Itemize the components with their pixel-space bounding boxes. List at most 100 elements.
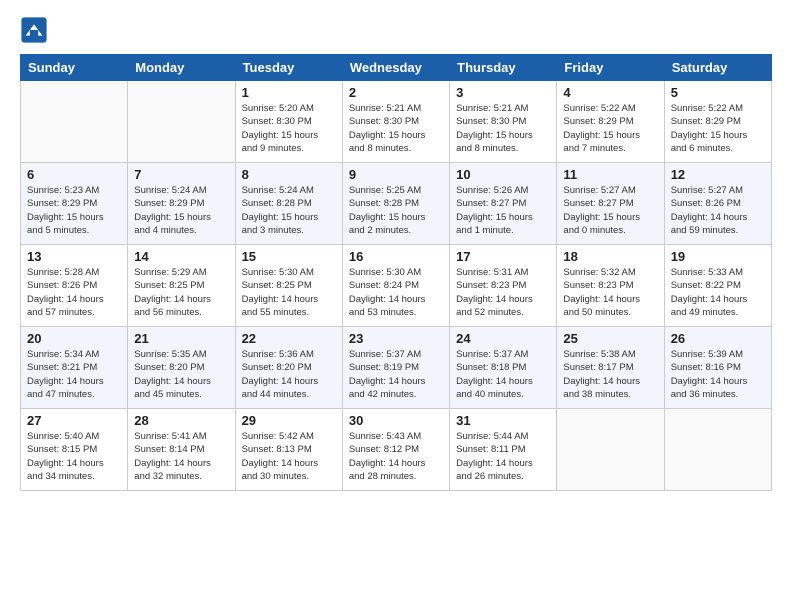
day-detail: Sunrise: 5:27 AMSunset: 8:26 PMDaylight:… <box>671 184 765 237</box>
calendar-cell: 6 Sunrise: 5:23 AMSunset: 8:29 PMDaylight… <box>21 163 128 245</box>
calendar-cell <box>664 409 771 491</box>
day-number: 20 <box>27 331 121 346</box>
day-detail: Sunrise: 5:39 AMSunset: 8:16 PMDaylight:… <box>671 348 765 401</box>
calendar-cell: 12 Sunrise: 5:27 AMSunset: 8:26 PMDayligh… <box>664 163 771 245</box>
day-detail: Sunrise: 5:20 AMSunset: 8:30 PMDaylight:… <box>242 102 336 155</box>
day-number: 2 <box>349 85 443 100</box>
day-number: 22 <box>242 331 336 346</box>
day-detail: Sunrise: 5:30 AMSunset: 8:24 PMDaylight:… <box>349 266 443 319</box>
calendar-cell: 18 Sunrise: 5:32 AMSunset: 8:23 PMDayligh… <box>557 245 664 327</box>
calendar-cell: 5 Sunrise: 5:22 AMSunset: 8:29 PMDaylight… <box>664 81 771 163</box>
day-detail: Sunrise: 5:41 AMSunset: 8:14 PMDaylight:… <box>134 430 228 483</box>
day-detail: Sunrise: 5:38 AMSunset: 8:17 PMDaylight:… <box>563 348 657 401</box>
day-number: 15 <box>242 249 336 264</box>
day-detail: Sunrise: 5:26 AMSunset: 8:27 PMDaylight:… <box>456 184 550 237</box>
day-detail: Sunrise: 5:34 AMSunset: 8:21 PMDaylight:… <box>27 348 121 401</box>
calendar-cell: 4 Sunrise: 5:22 AMSunset: 8:29 PMDaylight… <box>557 81 664 163</box>
calendar-cell: 2 Sunrise: 5:21 AMSunset: 8:30 PMDaylight… <box>342 81 449 163</box>
day-number: 28 <box>134 413 228 428</box>
day-number: 31 <box>456 413 550 428</box>
calendar-cell: 14 Sunrise: 5:29 AMSunset: 8:25 PMDayligh… <box>128 245 235 327</box>
day-number: 23 <box>349 331 443 346</box>
day-number: 16 <box>349 249 443 264</box>
calendar-cell: 17 Sunrise: 5:31 AMSunset: 8:23 PMDayligh… <box>450 245 557 327</box>
day-detail: Sunrise: 5:43 AMSunset: 8:12 PMDaylight:… <box>349 430 443 483</box>
day-detail: Sunrise: 5:24 AMSunset: 8:28 PMDaylight:… <box>242 184 336 237</box>
day-number: 5 <box>671 85 765 100</box>
day-detail: Sunrise: 5:25 AMSunset: 8:28 PMDaylight:… <box>349 184 443 237</box>
calendar-cell: 22 Sunrise: 5:36 AMSunset: 8:20 PMDayligh… <box>235 327 342 409</box>
day-number: 1 <box>242 85 336 100</box>
calendar-week-row: 13Sunrise: 5:28 AMSunset: 8:26 PMDayligh… <box>21 245 772 327</box>
calendar-cell: 24 Sunrise: 5:37 AMSunset: 8:18 PMDayligh… <box>450 327 557 409</box>
day-number: 3 <box>456 85 550 100</box>
day-number: 19 <box>671 249 765 264</box>
column-header-monday: Monday <box>128 55 235 81</box>
calendar-cell: 19Sunrise: 5:33 AMSunset: 8:22 PMDayligh… <box>664 245 771 327</box>
logo-icon <box>20 16 48 44</box>
calendar-cell: 9Sunrise: 5:25 AMSunset: 8:28 PMDaylight… <box>342 163 449 245</box>
calendar-cell <box>21 81 128 163</box>
day-number: 26 <box>671 331 765 346</box>
day-number: 18 <box>563 249 657 264</box>
day-number: 7 <box>134 167 228 182</box>
header <box>20 16 772 44</box>
day-detail: Sunrise: 5:22 AMSunset: 8:29 PMDaylight:… <box>563 102 657 155</box>
column-header-wednesday: Wednesday <box>342 55 449 81</box>
calendar-cell: 30 Sunrise: 5:43 AMSunset: 8:12 PMDayligh… <box>342 409 449 491</box>
day-number: 17 <box>456 249 550 264</box>
day-detail: Sunrise: 5:30 AMSunset: 8:25 PMDaylight:… <box>242 266 336 319</box>
day-number: 10 <box>456 167 550 182</box>
day-number: 12 <box>671 167 765 182</box>
day-number: 30 <box>349 413 443 428</box>
column-header-friday: Friday <box>557 55 664 81</box>
calendar: SundayMondayTuesdayWednesdayThursdayFrid… <box>20 54 772 491</box>
calendar-cell: 11 Sunrise: 5:27 AMSunset: 8:27 PMDayligh… <box>557 163 664 245</box>
calendar-cell: 21Sunrise: 5:35 AMSunset: 8:20 PMDayligh… <box>128 327 235 409</box>
calendar-cell: 27Sunrise: 5:40 AMSunset: 8:15 PMDayligh… <box>21 409 128 491</box>
day-detail: Sunrise: 5:44 AMSunset: 8:11 PMDaylight:… <box>456 430 550 483</box>
calendar-cell: 28 Sunrise: 5:41 AMSunset: 8:14 PMDayligh… <box>128 409 235 491</box>
day-detail: Sunrise: 5:37 AMSunset: 8:18 PMDaylight:… <box>456 348 550 401</box>
calendar-cell: 13Sunrise: 5:28 AMSunset: 8:26 PMDayligh… <box>21 245 128 327</box>
calendar-cell: 29Sunrise: 5:42 AMSunset: 8:13 PMDayligh… <box>235 409 342 491</box>
day-detail: Sunrise: 5:36 AMSunset: 8:20 PMDaylight:… <box>242 348 336 401</box>
day-number: 4 <box>563 85 657 100</box>
day-number: 14 <box>134 249 228 264</box>
calendar-cell: 31 Sunrise: 5:44 AMSunset: 8:11 PMDayligh… <box>450 409 557 491</box>
calendar-cell <box>128 81 235 163</box>
day-detail: Sunrise: 5:21 AMSunset: 8:30 PMDaylight:… <box>456 102 550 155</box>
day-detail: Sunrise: 5:27 AMSunset: 8:27 PMDaylight:… <box>563 184 657 237</box>
day-detail: Sunrise: 5:37 AMSunset: 8:19 PMDaylight:… <box>349 348 443 401</box>
day-detail: Sunrise: 5:22 AMSunset: 8:29 PMDaylight:… <box>671 102 765 155</box>
column-header-saturday: Saturday <box>664 55 771 81</box>
day-detail: Sunrise: 5:24 AMSunset: 8:29 PMDaylight:… <box>134 184 228 237</box>
calendar-week-row: 6 Sunrise: 5:23 AMSunset: 8:29 PMDaylight… <box>21 163 772 245</box>
calendar-cell: 16 Sunrise: 5:30 AMSunset: 8:24 PMDayligh… <box>342 245 449 327</box>
calendar-cell <box>557 409 664 491</box>
day-detail: Sunrise: 5:32 AMSunset: 8:23 PMDaylight:… <box>563 266 657 319</box>
calendar-week-row: 20 Sunrise: 5:34 AMSunset: 8:21 PMDayligh… <box>21 327 772 409</box>
day-number: 8 <box>242 167 336 182</box>
day-number: 24 <box>456 331 550 346</box>
calendar-cell: 8 Sunrise: 5:24 AMSunset: 8:28 PMDaylight… <box>235 163 342 245</box>
day-number: 6 <box>27 167 121 182</box>
calendar-week-row: 27Sunrise: 5:40 AMSunset: 8:15 PMDayligh… <box>21 409 772 491</box>
day-number: 29 <box>242 413 336 428</box>
day-detail: Sunrise: 5:28 AMSunset: 8:26 PMDaylight:… <box>27 266 121 319</box>
calendar-cell: 10 Sunrise: 5:26 AMSunset: 8:27 PMDayligh… <box>450 163 557 245</box>
day-number: 11 <box>563 167 657 182</box>
calendar-cell: 26 Sunrise: 5:39 AMSunset: 8:16 PMDayligh… <box>664 327 771 409</box>
day-detail: Sunrise: 5:35 AMSunset: 8:20 PMDaylight:… <box>134 348 228 401</box>
column-header-sunday: Sunday <box>21 55 128 81</box>
day-detail: Sunrise: 5:21 AMSunset: 8:30 PMDaylight:… <box>349 102 443 155</box>
day-detail: Sunrise: 5:29 AMSunset: 8:25 PMDaylight:… <box>134 266 228 319</box>
calendar-week-row: 1 Sunrise: 5:20 AMSunset: 8:30 PMDaylight… <box>21 81 772 163</box>
calendar-cell: 23 Sunrise: 5:37 AMSunset: 8:19 PMDayligh… <box>342 327 449 409</box>
day-detail: Sunrise: 5:23 AMSunset: 8:29 PMDaylight:… <box>27 184 121 237</box>
calendar-cell: 7 Sunrise: 5:24 AMSunset: 8:29 PMDaylight… <box>128 163 235 245</box>
calendar-cell: 3 Sunrise: 5:21 AMSunset: 8:30 PMDaylight… <box>450 81 557 163</box>
calendar-cell: 1 Sunrise: 5:20 AMSunset: 8:30 PMDaylight… <box>235 81 342 163</box>
calendar-cell: 25Sunrise: 5:38 AMSunset: 8:17 PMDayligh… <box>557 327 664 409</box>
day-detail: Sunrise: 5:31 AMSunset: 8:23 PMDaylight:… <box>456 266 550 319</box>
